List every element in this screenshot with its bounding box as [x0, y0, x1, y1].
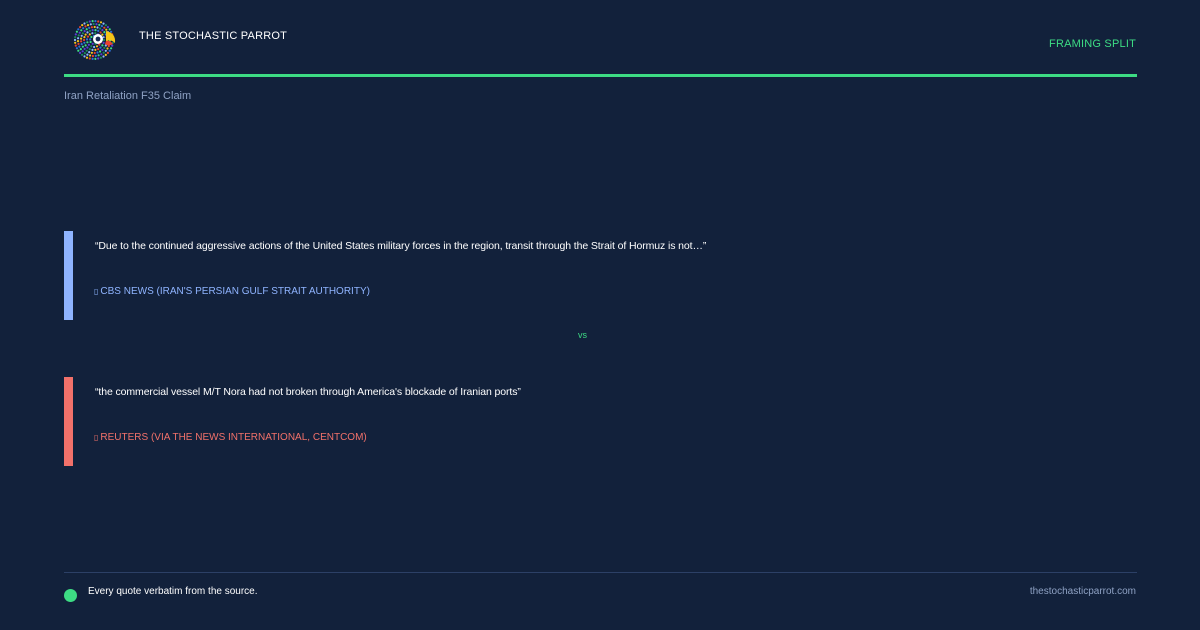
- parrot-logo-icon: [73, 20, 116, 61]
- quote-source: ▯ REUTERS (VIA THE NEWS INTERNATIONAL, C…: [94, 432, 367, 443]
- quote-card-a: “Due to the continued aggressive actions…: [64, 231, 1137, 320]
- site-link[interactable]: thestochasticparrot.com: [1030, 586, 1136, 597]
- quote-text: “the commercial vessel M/T Nora had not …: [95, 386, 521, 398]
- quote-accent-bar: [64, 377, 73, 466]
- quote-source-label: CBS NEWS (IRAN'S PERSIAN GULF STRAIT AUT…: [100, 286, 370, 297]
- quote-source-label: REUTERS (VIA THE NEWS INTERNATIONAL, CEN…: [100, 432, 367, 443]
- quote-accent-bar: [64, 231, 73, 320]
- header-divider: [64, 74, 1137, 77]
- framing-tag: FRAMING SPLIT: [1049, 38, 1136, 50]
- footer-divider: [64, 572, 1137, 573]
- quote-text: “Due to the continued aggressive actions…: [95, 240, 707, 252]
- page-subtitle: Iran Retaliation F35 Claim: [64, 90, 192, 102]
- vs-separator: vs: [578, 330, 587, 340]
- status-dot-icon: [64, 589, 77, 602]
- brand-name: THE STOCHASTIC PARROT: [139, 30, 288, 42]
- footer-note: Every quote verbatim from the source.: [88, 586, 258, 597]
- source-icon: ▯: [94, 433, 99, 442]
- quote-card-b: “the commercial vessel M/T Nora had not …: [64, 377, 1137, 466]
- quote-source: ▯ CBS NEWS (IRAN'S PERSIAN GULF STRAIT A…: [94, 286, 370, 297]
- source-icon: ▯: [94, 287, 99, 296]
